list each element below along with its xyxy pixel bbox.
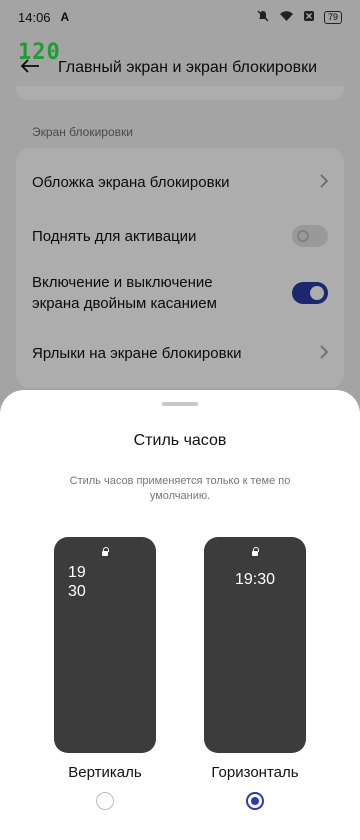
clock-hours: 19 [68, 564, 86, 581]
horizontal-clock-preview[interactable]: 19:30 [204, 537, 306, 753]
horizontal-radio[interactable] [246, 792, 264, 810]
horizontal-clock: 19:30 [234, 571, 276, 588]
drag-handle[interactable] [162, 402, 198, 406]
vertical-option-label: Вертикаль [68, 764, 142, 781]
vertical-clock: 19 30 [68, 563, 86, 601]
lock-icon [102, 547, 109, 557]
clock-minutes: 30 [68, 583, 86, 600]
lock-icon [252, 547, 259, 557]
horizontal-option-label: Горизонталь [211, 764, 299, 781]
clock-style-sheet: Стиль часов Стиль часов применяется толь… [0, 390, 360, 840]
vertical-radio[interactable] [96, 792, 114, 810]
sheet-title: Стиль часов [133, 432, 227, 449]
vertical-clock-preview[interactable]: 19 30 [54, 537, 156, 753]
sheet-description: Стиль часов применяется только к теме по… [69, 475, 291, 502]
